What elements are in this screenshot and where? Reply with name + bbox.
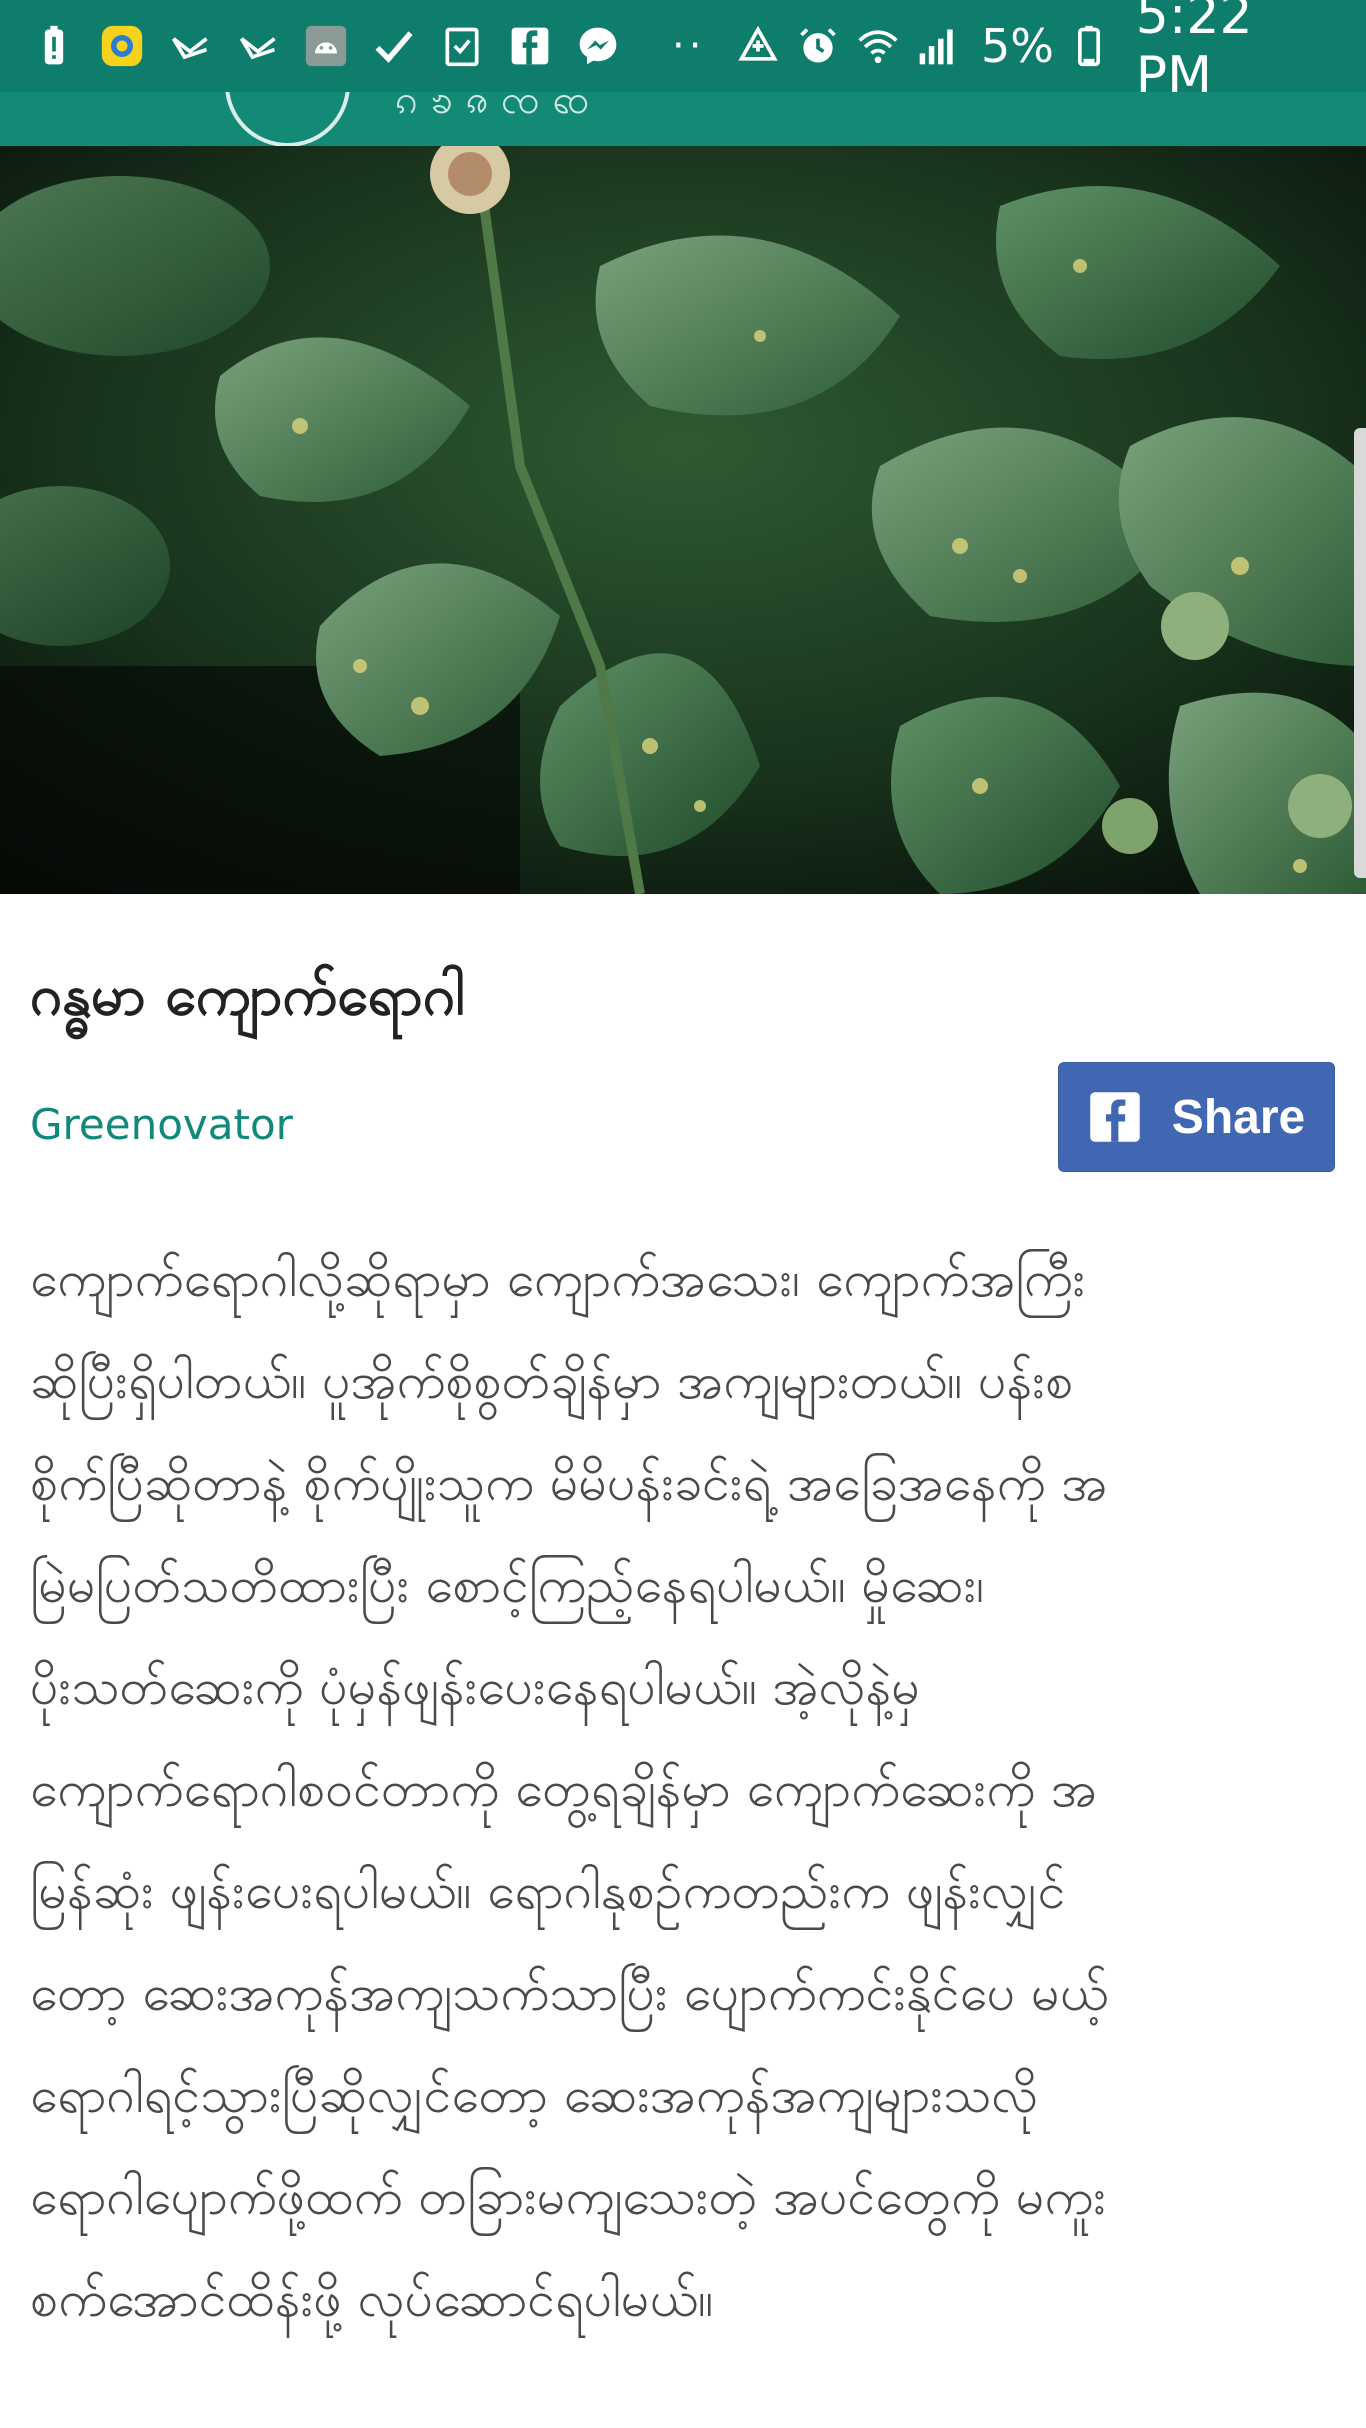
body-line: ကျောက်ရောဂါစဝင်တာကို တွေ့ရချိန်မှာ ကျောက… (30, 1760, 1097, 1818)
body-line: မြဲမပြတ်သတိထားပြီး စောင့်ကြည့်နေရပါမယ်။ … (30, 1556, 985, 1614)
facebook-icon (506, 22, 554, 70)
author-link[interactable]: Greenovator (30, 1100, 293, 1149)
body-line: ဆိုပြီးရှိပါတယ်။ ပူအိုက်စိုစွတ်ချိန်မှာ … (30, 1352, 1074, 1410)
battery-icon (1066, 22, 1112, 70)
wifi-icon (855, 22, 901, 70)
article-body: ကျောက်ရောဂါလို့ဆိုရာမှာ ကျောက်အသေး၊ ကျော… (30, 1228, 1340, 2350)
battery-alert-icon (30, 22, 78, 70)
app-logo[interactable] (225, 92, 350, 146)
app-circle-icon (98, 22, 146, 70)
status-bar-notifications: ·· (30, 22, 735, 70)
share-label: Share (1171, 1090, 1306, 1144)
clock: 5:22 PM (1135, 0, 1253, 106)
facebook-icon (1088, 1090, 1142, 1144)
app-brand-text: ၵ ၶ ၷ ၸ ၹ (395, 92, 590, 123)
android-icon (302, 22, 350, 70)
alarm-icon (795, 22, 841, 70)
mail-icon (166, 22, 214, 70)
body-line: စိုက်ပြီဆိုတာနဲ့ စိုက်ပျိုးသူက မိမိပန်းခ… (30, 1454, 1108, 1512)
check-icon (370, 22, 418, 70)
body-line: တော့ ဆေးအကုန်အကျသက်သာပြီး ပျောက်ကင်းနိုင… (30, 1964, 1109, 2022)
body-line: စက်အောင်ထိန်းဖို့ လုပ်ဆောင်ရပါမယ်။ (30, 2270, 714, 2328)
overflow-dots: ·· (672, 23, 706, 69)
mail-icon (234, 22, 282, 70)
body-line: ပိုးသတ်ဆေးကို ပုံမှန်ဖျန်းပေးနေရပါမယ်။ အ… (30, 1658, 920, 1716)
battery-percent: 5% (980, 19, 1054, 73)
facebook-share-button[interactable]: Share (1058, 1062, 1335, 1172)
body-line: ကျောက်ရောဂါလို့ဆိုရာမှာ ကျောက်အသေး၊ ကျော… (30, 1250, 1086, 1308)
data-saver-icon (735, 22, 781, 70)
signal-icon (915, 22, 961, 70)
hero-image (0, 146, 1366, 894)
body-line: ရောဂါပျောက်ဖို့ထက် တခြားမကျသေးတဲ့ အပင်တွ… (30, 2168, 1107, 2226)
body-line: မြန်ဆုံး ဖျန်းပေးရပါမယ်။ ရောဂါနုစဥ်ကတည်း… (30, 1862, 1066, 1920)
article-title: ဂန္ဓမာ ကျောက်ရောဂါ (30, 963, 465, 1028)
status-bar-system: 5% 5:22 PM (735, 0, 1336, 106)
app-bar: ၵ ၶ ၷ ၸ ၹ (0, 92, 1366, 146)
messenger-icon (574, 22, 622, 70)
checklist-icon (438, 22, 486, 70)
body-line: ရောဂါရင့်သွားပြီဆိုလျှင်တော့ ဆေးအကုန်အကျ… (30, 2066, 1039, 2124)
scrollbar[interactable] (1354, 428, 1366, 878)
plant-leaves-photo (0, 146, 1366, 894)
status-bar: ·· 5% 5:22 PM (0, 0, 1366, 106)
